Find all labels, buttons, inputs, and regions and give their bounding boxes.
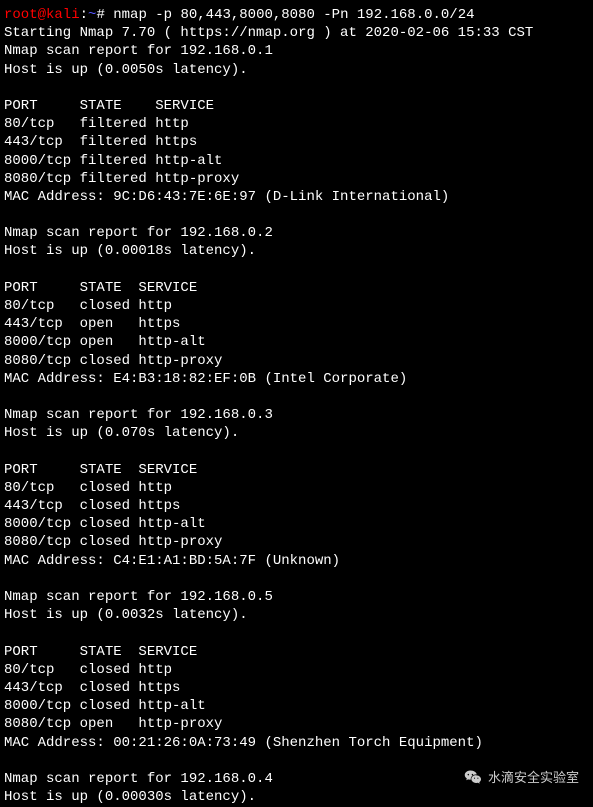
- host-report: Nmap scan report for 192.168.0.3: [4, 407, 273, 423]
- port-line: 8080/tcp closed http-proxy: [4, 353, 222, 369]
- mac-address: MAC Address: 9C:D6:43:7E:6E:97 (D-Link I…: [4, 189, 449, 205]
- mac-address: MAC Address: E4:B3:18:82:EF:0B (Intel Co…: [4, 371, 407, 387]
- port-header: PORT STATE SERVICE: [4, 280, 197, 296]
- nmap-starting: Starting Nmap 7.70 ( https://nmap.org ) …: [4, 25, 533, 41]
- watermark: 水滴安全实验室: [464, 769, 579, 787]
- wechat-icon: [464, 769, 482, 787]
- port-header: PORT STATE SERVICE: [4, 644, 197, 660]
- watermark-text: 水滴安全实验室: [488, 770, 579, 787]
- port-line: 8000/tcp closed http-alt: [4, 516, 206, 532]
- host-up: Host is up (0.00030s latency).: [4, 789, 256, 805]
- host-report: Nmap scan report for 192.168.0.2: [4, 225, 273, 241]
- port-line: 80/tcp closed http: [4, 662, 172, 678]
- port-line: 8080/tcp filtered http-proxy: [4, 171, 239, 187]
- port-line: 80/tcp filtered http: [4, 116, 189, 132]
- port-line: 8000/tcp closed http-alt: [4, 698, 206, 714]
- port-line: 8080/tcp closed http-proxy: [4, 534, 222, 550]
- host-up: Host is up (0.0032s latency).: [4, 607, 248, 623]
- mac-address: MAC Address: 00:21:26:0A:73:49 (Shenzhen…: [4, 735, 483, 751]
- host-up: Host is up (0.070s latency).: [4, 425, 239, 441]
- prompt-separator: :: [80, 7, 88, 23]
- port-line: 443/tcp closed https: [4, 680, 180, 696]
- prompt-hash: #: [96, 7, 113, 23]
- port-line: 8000/tcp open http-alt: [4, 334, 206, 350]
- host-report: Nmap scan report for 192.168.0.1: [4, 43, 273, 59]
- port-line: 80/tcp closed http: [4, 480, 172, 496]
- port-line: 80/tcp closed http: [4, 298, 172, 314]
- port-line: 443/tcp filtered https: [4, 134, 197, 150]
- prompt-user-host: root@kali: [4, 7, 80, 23]
- host-up: Host is up (0.00018s latency).: [4, 243, 256, 259]
- port-header: PORT STATE SERVICE: [4, 462, 197, 478]
- port-line: 8000/tcp filtered http-alt: [4, 153, 222, 169]
- host-report: Nmap scan report for 192.168.0.5: [4, 589, 273, 605]
- mac-address: MAC Address: C4:E1:A1:BD:5A:7F (Unknown): [4, 553, 340, 569]
- port-line: 443/tcp open https: [4, 316, 180, 332]
- command-text: nmap -p 80,443,8000,8080 -Pn 192.168.0.0…: [113, 7, 474, 23]
- terminal-output: root@kali:~# nmap -p 80,443,8000,8080 -P…: [4, 6, 589, 806]
- host-up: Host is up (0.0050s latency).: [4, 62, 248, 78]
- port-line: 443/tcp closed https: [4, 498, 180, 514]
- port-line: 8080/tcp open http-proxy: [4, 716, 222, 732]
- host-report: Nmap scan report for 192.168.0.4: [4, 771, 273, 787]
- port-header: PORT STATE SERVICE: [4, 98, 214, 114]
